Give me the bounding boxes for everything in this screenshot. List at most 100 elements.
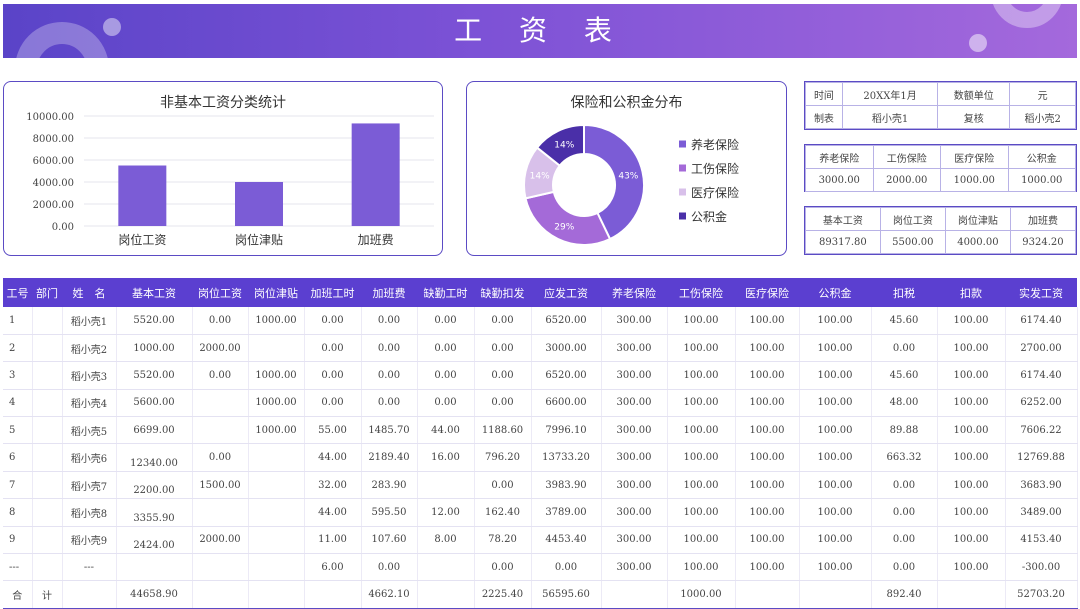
bar-2[interactable]	[235, 182, 283, 226]
bar-3[interactable]	[351, 123, 400, 226]
column-header[interactable]: 岗位津贴	[248, 278, 304, 307]
table-cell: 100.00	[799, 334, 872, 363]
column-header[interactable]: 工号	[3, 278, 32, 307]
table-cell: 6520.00	[531, 361, 602, 390]
column-header[interactable]: 公积金	[799, 278, 871, 307]
table-cell	[32, 526, 63, 555]
total-cell	[192, 580, 249, 609]
table-cell: 0.00	[871, 553, 938, 582]
column-header[interactable]: 扣税	[871, 278, 937, 307]
column-header[interactable]: 加班费	[361, 278, 417, 307]
payroll-table: 工号 部门姓 名基本工资 岗位工资 岗位津贴 加班工时 加班费 缺勤工时 缺勤扣发 应发工资 养老…	[3, 278, 1078, 609]
table-cell: 100.00	[799, 389, 872, 418]
table-row[interactable]: 1 稻小壳1 5520.00 0.00 1000.00 0.00 0.00 0.00 0.00 6…	[3, 307, 1078, 335]
table-cell: 0.00	[304, 334, 362, 363]
table-row[interactable]: 4 稻小壳4 5600.00 1000.00 0.00 0.00 0.00 0.00 6600.…	[3, 389, 1078, 418]
table-cell: 300.00	[601, 471, 668, 500]
column-header[interactable]: 部门	[32, 278, 62, 307]
table-cell: 100.00	[735, 361, 800, 390]
column-header[interactable]: 缺勤工时	[417, 278, 474, 307]
column-header[interactable]: 养老保险	[601, 278, 667, 307]
table-cell: 0.00	[361, 553, 418, 582]
table-cell: 6174.40	[1005, 361, 1078, 390]
info-table-meta: 时间 20XX年1月 数额单位元 制表 稻小壳1 复核 稻小壳2	[804, 81, 1077, 130]
table-cell: 300.00	[601, 334, 668, 363]
y-tick-label: 0.00	[52, 222, 74, 233]
table-cell: 1500.00	[192, 471, 249, 500]
table-cell	[32, 307, 63, 335]
table-cell: 100.00	[937, 498, 1006, 527]
total-cell	[601, 580, 668, 609]
bar-1[interactable]	[118, 165, 167, 227]
table-cell: 2200.00	[116, 471, 193, 500]
table-cell: 0.00	[361, 389, 418, 418]
column-header[interactable]: 扣款	[937, 278, 1005, 307]
table-cell: 300.00	[601, 553, 668, 582]
table-cell: 44.00	[304, 498, 362, 527]
donut-slice-2[interactable]	[524, 190, 612, 246]
table-cell: 7	[3, 471, 33, 500]
table-cell: 6600.00	[531, 389, 602, 418]
info-cell: 89317.80	[805, 230, 881, 254]
table-row[interactable]: 8 稻小壳8 3355.90 44.00 595.50 12.00 162.40 3789.0…	[3, 498, 1078, 527]
bar-chart: 0.00 2000.00 4000.00 6000.00 8000.00 10000.00…	[26, 112, 434, 247]
column-header[interactable]: 姓 名	[62, 278, 116, 307]
table-cell: 0.00	[304, 307, 362, 335]
table-row[interactable]: 2 稻小壳2 1000.00 2000.00 0.00 0.00 0.00 0.00 3000.…	[3, 334, 1078, 363]
table-cell: 0.00	[361, 334, 418, 363]
table-cell: 100.00	[937, 334, 1006, 363]
table-cell: 6252.00	[1005, 389, 1078, 418]
column-header[interactable]: 基本工资	[116, 278, 192, 307]
column-header[interactable]: 缺勤扣发	[474, 278, 531, 307]
table-cell: 0.00	[871, 526, 938, 555]
table-header-row: 工号 部门姓 名基本工资 岗位工资 岗位津贴 加班工时 加班费 缺勤工时 缺勤扣发 应发工资 养老…	[3, 278, 1077, 307]
column-header[interactable]: 加班工时	[304, 278, 361, 307]
table-cell: ---	[3, 553, 33, 582]
table-cell: 9	[3, 526, 33, 555]
table-cell: 100.00	[735, 526, 800, 555]
table-cell: 6	[3, 443, 33, 472]
table-cell: 45.60	[871, 361, 938, 390]
info-cell: 医疗保险	[940, 145, 1009, 169]
table-cell: 2424.00	[116, 526, 193, 555]
column-header[interactable]: 岗位工资	[192, 278, 248, 307]
table-cell: 0.00	[474, 389, 532, 418]
x-category-label: 岗位工资	[118, 232, 166, 247]
y-tick-label: 8000.00	[33, 134, 74, 145]
total-cell	[937, 580, 1006, 609]
info-cell: 2000.00	[872, 168, 941, 192]
table-row[interactable]: --- --- 6.00 0.00 0.00 0.00 300.00 100.00 100.00…	[3, 553, 1078, 582]
table-cell: 100.00	[667, 443, 736, 472]
table-row[interactable]: 6 稻小壳6 12340.00 0.00 44.00 2189.40 16.00 796.20…	[3, 443, 1078, 472]
table-cell: 100.00	[667, 307, 736, 335]
total-cell: 892.40	[871, 580, 938, 609]
table-cell: 7606.22	[1005, 416, 1078, 445]
legend-swatch	[679, 188, 686, 196]
bar-chart-card: 非基本工资分类统计 0.00 2000.00 4000.00 6000.00 8000.…	[3, 81, 443, 256]
table-cell: 5520.00	[116, 361, 193, 390]
donut-chart: 43% 29% 14% 14% 养老保险工伤保险医疗保险公积金	[523, 123, 739, 246]
column-header[interactable]: 实发工资	[1005, 278, 1077, 307]
info-table-insurance: 养老保险 工伤保险 医疗保险 公积金 3000.00 2000.00 1000.00 100…	[804, 144, 1077, 192]
table-cell: 300.00	[601, 498, 668, 527]
column-header[interactable]: 医疗保险	[735, 278, 799, 307]
table-cell	[248, 443, 305, 472]
total-cell: 计	[32, 580, 63, 609]
info-cell: 岗位工资	[879, 207, 946, 231]
table-cell: 3789.00	[531, 498, 602, 527]
total-cell	[304, 580, 362, 609]
column-header[interactable]: 工伤保险	[667, 278, 735, 307]
table-row[interactable]: 3 稻小壳3 5520.00 0.00 1000.00 0.00 0.00 0.00 0.00 6…	[3, 361, 1078, 390]
table-cell: 162.40	[474, 498, 532, 527]
total-cell: 44658.90	[116, 580, 193, 609]
table-cell: 796.20	[474, 443, 532, 472]
table-row[interactable]: 7 稻小壳7 2200.00 1500.00 32.00 283.90 0.00 3983.9…	[3, 471, 1078, 500]
table-cell: 2189.40	[361, 443, 418, 472]
table-cell: 0.00	[417, 389, 475, 418]
table-cell: 100.00	[799, 553, 872, 582]
table-cell: 100.00	[799, 471, 872, 500]
table-cell: 8.00	[417, 526, 475, 555]
column-header[interactable]: 应发工资	[531, 278, 601, 307]
table-row[interactable]: 9 稻小壳9 2424.00 2000.00 11.00 107.60 8.00 78.20 4…	[3, 526, 1078, 555]
table-row[interactable]: 5 稻小壳5 6699.00 1000.00 55.00 1485.70 44.00 1188…	[3, 416, 1078, 445]
